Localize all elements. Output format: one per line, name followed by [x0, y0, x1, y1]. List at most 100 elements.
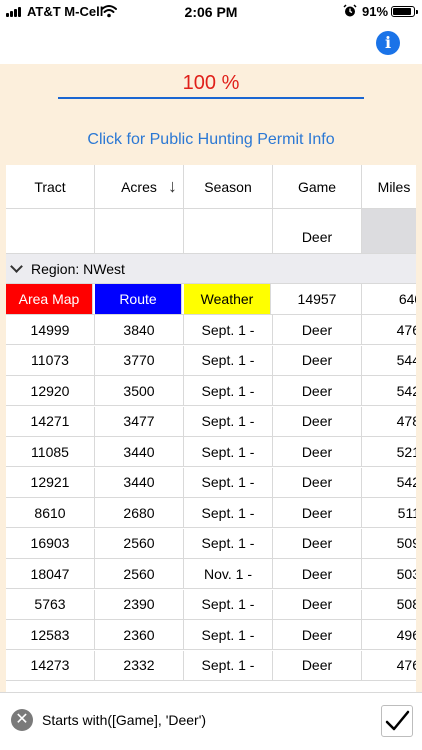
- cell-game: Deer: [273, 467, 362, 497]
- cell-tract: 8610: [6, 498, 95, 527]
- cell-miles: 476: [396, 321, 416, 338]
- table-row[interactable]: 142713477Sept. 1 -Deer 478: [6, 406, 416, 437]
- cell-game: Deer: [273, 559, 362, 588]
- filter-cell-miles[interactable]: [362, 209, 416, 253]
- cell-game: Deer: [273, 620, 362, 649]
- table-row[interactable]: 57632390Sept. 1 -Deer 508: [6, 589, 416, 620]
- cell-acres: 3500: [95, 376, 184, 405]
- table-header-row: Tract Acres Season Game Miles ↓: [6, 165, 416, 209]
- cell-miles: 478: [396, 413, 416, 429]
- cell-game: Deer: [273, 437, 362, 466]
- column-header-game[interactable]: Game: [273, 165, 362, 208]
- info-icon[interactable]: i: [376, 31, 400, 55]
- cell-tract: 12920: [6, 376, 95, 405]
- cell-miles: 509: [396, 535, 416, 551]
- region-label: Region: NWest: [31, 260, 125, 277]
- cell-tract: 11073: [6, 345, 95, 375]
- cell-game: Deer: [273, 315, 362, 344]
- tract-table: Tract Acres Season Game Miles ↓ Deer Reg…: [6, 165, 416, 750]
- cell-miles: 476: [396, 657, 416, 673]
- status-time: 2:06 PM: [184, 4, 238, 20]
- cell-season: Sept. 1 -: [184, 589, 273, 619]
- filter-cell-season[interactable]: [184, 209, 273, 253]
- filter-row: Deer: [6, 209, 416, 254]
- cell-acres: 3440: [95, 437, 184, 466]
- cell-acres: 2332: [95, 650, 184, 680]
- column-header-season[interactable]: Season: [184, 165, 273, 208]
- clear-filter-icon[interactable]: ✕: [11, 709, 33, 731]
- column-header-tract[interactable]: Tract: [6, 165, 95, 208]
- region-group-header[interactable]: Region: NWest: [6, 254, 416, 284]
- cell-miles: 503: [396, 565, 416, 582]
- action-row: Area Map Route Weather 14957 6400: [6, 284, 416, 315]
- cell-tract: 12921: [6, 467, 95, 497]
- cell-tract: 14273: [6, 650, 95, 680]
- cell-miles: 511: [397, 504, 416, 521]
- table-row[interactable]: 142732332Sept. 1 -Deer 476: [6, 650, 416, 681]
- cell-season: Sept. 1 -: [184, 528, 273, 558]
- row-miles-value: 6400: [398, 291, 416, 307]
- filter-expression: Starts with([Game], 'Deer'): [42, 712, 207, 728]
- weather-button[interactable]: Weather: [184, 284, 271, 314]
- cell-game: Deer: [273, 498, 362, 527]
- permit-info-link[interactable]: Click for Public Hunting Permit Info: [0, 131, 422, 149]
- progress-bar-fill: [58, 97, 364, 99]
- cell-miles: 542: [396, 474, 416, 490]
- cell-acres: 2560: [95, 528, 184, 558]
- cell-miles: 542: [396, 382, 416, 399]
- status-bar: AT&T M-Cell 2:06 PM 91%: [0, 0, 422, 26]
- cell-season: Sept. 1 -: [184, 345, 273, 375]
- cell-acres: 3840: [95, 315, 184, 344]
- cell-season: Sept. 1 -: [184, 620, 273, 649]
- cell-acres: 3477: [95, 406, 184, 436]
- cell-game: Deer: [273, 376, 362, 405]
- cell-game: Deer: [273, 650, 362, 680]
- cell-acres: 3770: [95, 345, 184, 375]
- table-row[interactable]: 86102680Sept. 1 -Deer 511: [6, 498, 416, 528]
- chevron-down-icon: [10, 259, 23, 273]
- cell-tract: 5763: [6, 589, 95, 619]
- table-row[interactable]: 129213440Sept. 1 -Deer 542: [6, 467, 416, 498]
- cell-tract: 11085: [6, 437, 95, 466]
- cell-miles: 496: [396, 626, 416, 643]
- cell-season: Sept. 1 -: [184, 650, 273, 680]
- table-row[interactable]: 125832360Sept. 1 -Deer 496: [6, 620, 416, 650]
- filter-cell-acres[interactable]: [95, 209, 184, 253]
- table-row[interactable]: 169032560Sept. 1 -Deer 509: [6, 528, 416, 559]
- cell-season: Sept. 1 -: [184, 376, 273, 405]
- checkmark-icon: [385, 710, 410, 731]
- cell-miles: 544: [396, 352, 416, 368]
- cell-acres: 2680: [95, 498, 184, 527]
- column-header-miles[interactable]: Miles: [362, 165, 416, 208]
- battery-percent: 91%: [362, 4, 389, 19]
- cell-acres: 3440: [95, 467, 184, 497]
- confirm-filter-button[interactable]: [381, 705, 413, 737]
- cell-tract: 12583: [6, 620, 95, 649]
- cell-game: Deer: [273, 345, 362, 375]
- filter-cell-tract[interactable]: [6, 209, 95, 253]
- table-row[interactable]: 129203500Sept. 1 -Deer 542: [6, 376, 416, 406]
- cell-season: Sept. 1 -: [184, 406, 273, 436]
- table-row[interactable]: 180472560Nov. 1 -Deer 503: [6, 559, 416, 589]
- cell-acres: 2560: [95, 559, 184, 588]
- sort-descending-icon[interactable]: ↓: [168, 176, 177, 197]
- table-row[interactable]: 149993840Sept. 1 -Deer 476: [6, 315, 416, 345]
- cell-acres: 2360: [95, 620, 184, 649]
- cell-tract: 18047: [6, 559, 95, 588]
- progress-label: 100 %: [182, 72, 240, 94]
- cell-tract: 14999: [6, 315, 95, 344]
- area-map-button[interactable]: Area Map: [6, 284, 93, 314]
- cell-acres: 2390: [95, 589, 184, 619]
- cell-tract: 16903: [6, 528, 95, 558]
- cell-tract: 14271: [6, 406, 95, 436]
- filter-cell-game[interactable]: Deer: [273, 209, 362, 253]
- cell-season: Sept. 1 -: [184, 498, 273, 527]
- cell-season: Sept. 1 -: [184, 315, 273, 344]
- route-button[interactable]: Route: [95, 284, 182, 314]
- main-content: 100 % Click for Public Hunting Permit In…: [0, 64, 422, 750]
- cell-season: Sept. 1 -: [184, 437, 273, 466]
- table-row[interactable]: 110853440Sept. 1 -Deer 521: [6, 437, 416, 467]
- cell-season: Sept. 1 -: [184, 467, 273, 497]
- cell-game: Deer: [273, 528, 362, 558]
- table-row[interactable]: 110733770Sept. 1 -Deer 544: [6, 345, 416, 376]
